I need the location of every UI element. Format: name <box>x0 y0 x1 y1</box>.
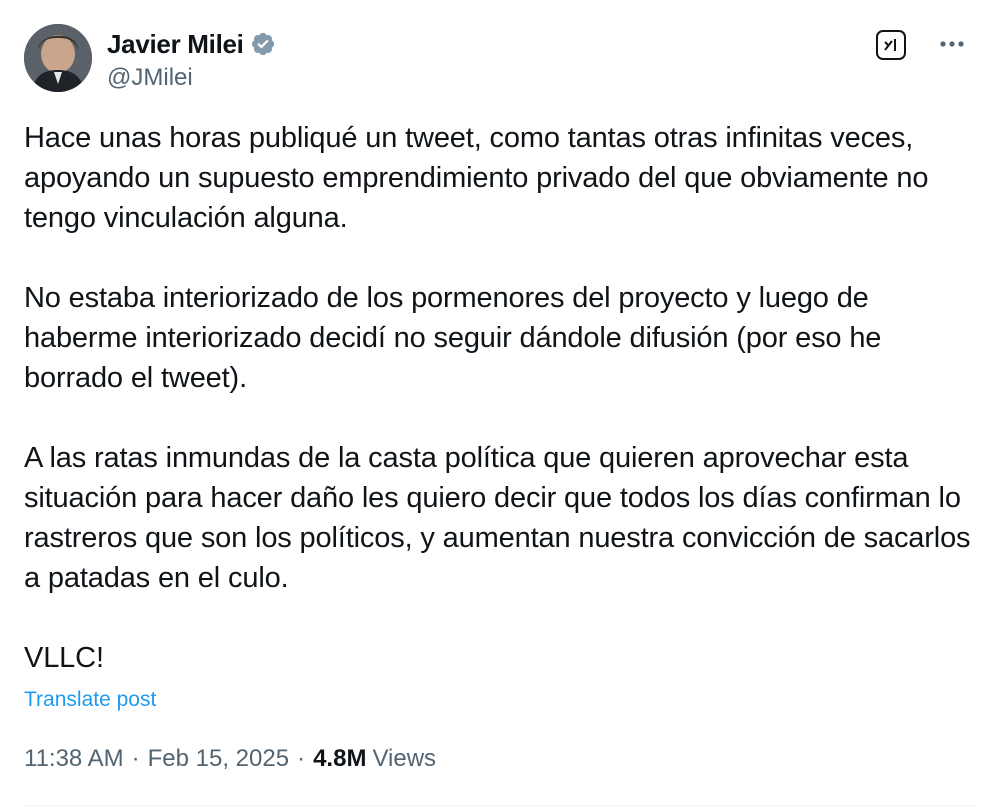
post-date[interactable]: Feb 15, 2025 <box>148 745 289 773</box>
more-button[interactable] <box>930 24 974 64</box>
author-handle[interactable]: @JMilei <box>107 64 276 92</box>
views-count[interactable]: 4.8M <box>313 745 366 773</box>
grok-icon <box>884 39 896 51</box>
views-label: Views <box>372 745 437 772</box>
translate-post-link[interactable]: Translate post <box>24 688 156 712</box>
post-time[interactable]: 11:38 AM <box>24 745 124 773</box>
post-paragraph: A las ratas inmundas de la casta polític… <box>24 442 971 594</box>
verified-badge-icon <box>251 32 274 56</box>
post-paragraph: Hace unas horas publiqué un tweet, como … <box>24 122 929 234</box>
author-block: Javier Milei @JMilei <box>107 28 276 92</box>
divider <box>24 805 976 806</box>
post-paragraph: No estaba interiorizado de los pormenore… <box>24 282 882 394</box>
post-header: Javier Milei @JMilei <box>24 24 976 96</box>
post-metadata: 11:38 AM · Feb 15, 2025 · 4.8M Views <box>24 745 436 773</box>
meta-separator: · <box>131 745 140 772</box>
grok-button[interactable] <box>876 30 906 60</box>
more-icon <box>940 41 964 47</box>
avatar[interactable] <box>24 24 92 92</box>
avatar-image <box>24 24 92 92</box>
meta-separator: · <box>297 745 306 772</box>
author-name[interactable]: Javier Milei <box>107 29 244 60</box>
post-text: Hace unas horas publiqué un tweet, como … <box>24 118 979 678</box>
post-paragraph: VLLC! <box>24 642 104 674</box>
